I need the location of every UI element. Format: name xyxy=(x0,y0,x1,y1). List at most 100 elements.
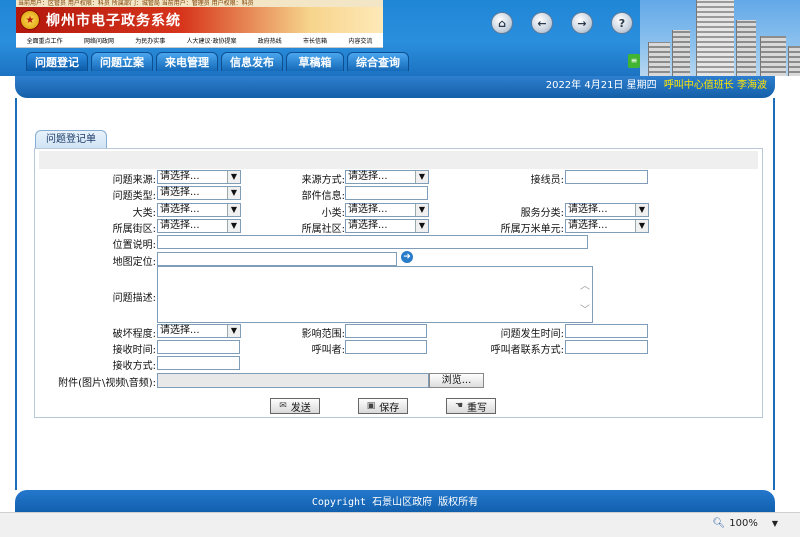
chevron-down-icon: ▼ xyxy=(227,187,240,199)
locate-icon[interactable]: ➜ xyxy=(401,251,413,263)
chevron-down-icon: ▼ xyxy=(227,220,240,232)
small-class-label: 小类: xyxy=(321,208,345,219)
home-icon[interactable]: ⌂ xyxy=(491,12,513,34)
panel-header-band xyxy=(39,151,758,169)
banner-link[interactable]: 全面重点工作 xyxy=(27,36,63,45)
type-label: 问题类型: xyxy=(112,191,156,202)
emblem-icon: ★ xyxy=(20,10,40,30)
help-icon[interactable]: ? xyxy=(611,12,633,34)
source-label: 问题来源: xyxy=(112,175,156,186)
source-select[interactable]: 请选择... ▼ xyxy=(157,170,241,184)
notepad-icon[interactable]: ≡ xyxy=(628,54,640,68)
receive-time-label: 接收时间: xyxy=(112,345,156,356)
frame-border-left xyxy=(15,98,17,490)
caller-contact-label: 呼叫者联系方式: xyxy=(490,345,564,356)
impact-input[interactable] xyxy=(345,324,427,338)
banner-link[interactable]: 网络问政网 xyxy=(84,36,114,45)
attachment-label: 附件(图片\视频\音频): xyxy=(58,378,156,389)
banner-user-info: 当前用户：区管员 用户权限：科员 所属部门：城管局 当前用户：管理员 用户权限：… xyxy=(16,0,383,7)
floppy-icon: ▣ xyxy=(366,401,376,411)
chevron-down-icon: ▼ xyxy=(635,220,648,232)
description-textarea[interactable]: ︿ ﹀ xyxy=(157,266,593,323)
service-class-label: 服务分类: xyxy=(520,208,564,219)
date-bar: 2022年 4月21日 星期四 呼叫中心值班长 李海波 xyxy=(15,76,775,98)
grid-select[interactable]: 请选择... ▼ xyxy=(565,219,649,233)
toolbar-icons: ⌂ ← → ? xyxy=(491,12,633,34)
send-button[interactable]: ✉ 发送 xyxy=(270,398,320,414)
service-class-select[interactable]: 请选择... ▼ xyxy=(565,203,649,217)
banner-link[interactable]: 为民办实事 xyxy=(135,36,165,45)
damage-label: 破坏程度: xyxy=(112,329,156,340)
operator-label: 接线员: xyxy=(530,175,564,186)
community-select[interactable]: 请选择... ▼ xyxy=(345,219,429,233)
system-title: 柳州市电子政务系统 xyxy=(46,13,181,29)
tab-general-query[interactable]: 综合查询 xyxy=(347,52,409,71)
dept-info-input[interactable] xyxy=(345,186,428,200)
duty-label: 呼叫中心值班长 xyxy=(663,80,734,91)
scroll-down-icon[interactable]: ﹀ xyxy=(580,301,590,316)
map-label: 地图定位: xyxy=(112,257,156,268)
damage-select[interactable]: 请选择... ▼ xyxy=(157,324,241,338)
big-class-label: 大类: xyxy=(132,208,156,219)
envelope-icon: ✉ xyxy=(279,401,287,411)
caller-label: 呼叫者: xyxy=(311,345,345,356)
chevron-down-icon: ▼ xyxy=(227,171,240,183)
current-date: 2022年 4月21日 星期四 xyxy=(545,80,657,91)
chevron-down-icon: ▼ xyxy=(227,204,240,216)
zoom-control[interactable]: 🔍︎ 100% ▼ xyxy=(713,518,778,529)
back-icon[interactable]: ← xyxy=(531,12,553,34)
magnifier-icon: 🔍︎ xyxy=(712,518,726,529)
source-method-label: 来源方式: xyxy=(301,175,345,186)
tab-problem-register[interactable]: 问题登记 xyxy=(26,52,88,71)
zoom-level: 100% xyxy=(729,518,758,529)
city-skyline-image xyxy=(640,0,800,76)
tab-drafts[interactable]: 草稿箱 xyxy=(286,52,344,71)
operator-input[interactable] xyxy=(565,170,648,184)
street-select[interactable]: 请选择... ▼ xyxy=(157,219,241,233)
dept-info-label: 部件信息: xyxy=(301,191,345,202)
chevron-down-icon: ▼ xyxy=(227,325,240,337)
chevron-down-icon: ▼ xyxy=(415,171,428,183)
attachment-path-input[interactable] xyxy=(157,373,429,388)
type-select[interactable]: 请选择... ▼ xyxy=(157,186,241,200)
browser-status-bar: 🔍︎ 100% ▼ xyxy=(0,512,800,537)
big-class-select[interactable]: 请选择... ▼ xyxy=(157,203,241,217)
receive-method-input[interactable] xyxy=(157,356,240,370)
caller-input[interactable] xyxy=(345,340,427,354)
banner-link[interactable]: 政府热线 xyxy=(258,36,282,45)
panel-tab-title[interactable]: 问题登记单 xyxy=(35,130,107,149)
receive-time-input[interactable] xyxy=(157,340,240,354)
location-label: 位置说明: xyxy=(112,240,156,251)
small-class-select[interactable]: 请选择... ▼ xyxy=(345,203,429,217)
tab-call-management[interactable]: 来电管理 xyxy=(156,52,218,71)
banner-link[interactable]: 市长信箱 xyxy=(303,36,327,45)
description-label: 问题描述: xyxy=(112,293,156,304)
occur-time-input[interactable] xyxy=(565,324,648,338)
footer: Copyright 石景山区政府 版权所有 xyxy=(15,490,775,512)
location-input[interactable] xyxy=(157,235,588,249)
browse-button[interactable]: 浏览... xyxy=(429,373,484,388)
banner-links: 全面重点工作 网络问政网 为民办实事 人大建议·政协提案 政府热线 市长信箱 内… xyxy=(16,33,383,47)
chevron-down-icon[interactable]: ▼ xyxy=(772,519,778,528)
forward-icon[interactable]: → xyxy=(571,12,593,34)
banner-link[interactable]: 人大建议·政协提案 xyxy=(187,36,237,45)
receive-method-label: 接收方式: xyxy=(112,361,156,372)
map-input[interactable] xyxy=(157,252,397,266)
community-label: 所属社区: xyxy=(301,224,345,235)
street-label: 所属街区: xyxy=(112,224,156,235)
chevron-down-icon: ▼ xyxy=(415,204,428,216)
caller-contact-input[interactable] xyxy=(565,340,648,354)
occur-time-label: 问题发生时间: xyxy=(500,329,564,340)
hand-icon: ☚ xyxy=(454,401,464,411)
rewrite-button[interactable]: ☚ 重写 xyxy=(446,398,496,414)
tab-info-publish[interactable]: 信息发布 xyxy=(221,52,283,71)
logo-banner: 当前用户：区管员 用户权限：科员 所属部门：城管局 当前用户：管理员 用户权限：… xyxy=(16,0,383,48)
system-logo: ★ 柳州市电子政务系统 xyxy=(16,7,383,33)
source-method-select[interactable]: 请选择... ▼ xyxy=(345,170,429,184)
banner-link[interactable]: 内容交流 xyxy=(348,36,372,45)
save-button[interactable]: ▣ 保存 xyxy=(358,398,408,414)
scroll-up-icon[interactable]: ︿ xyxy=(580,277,590,292)
duty-name: 李海波 xyxy=(737,80,767,91)
frame-border-right xyxy=(773,98,775,490)
tab-problem-case[interactable]: 问题立案 xyxy=(91,52,153,71)
